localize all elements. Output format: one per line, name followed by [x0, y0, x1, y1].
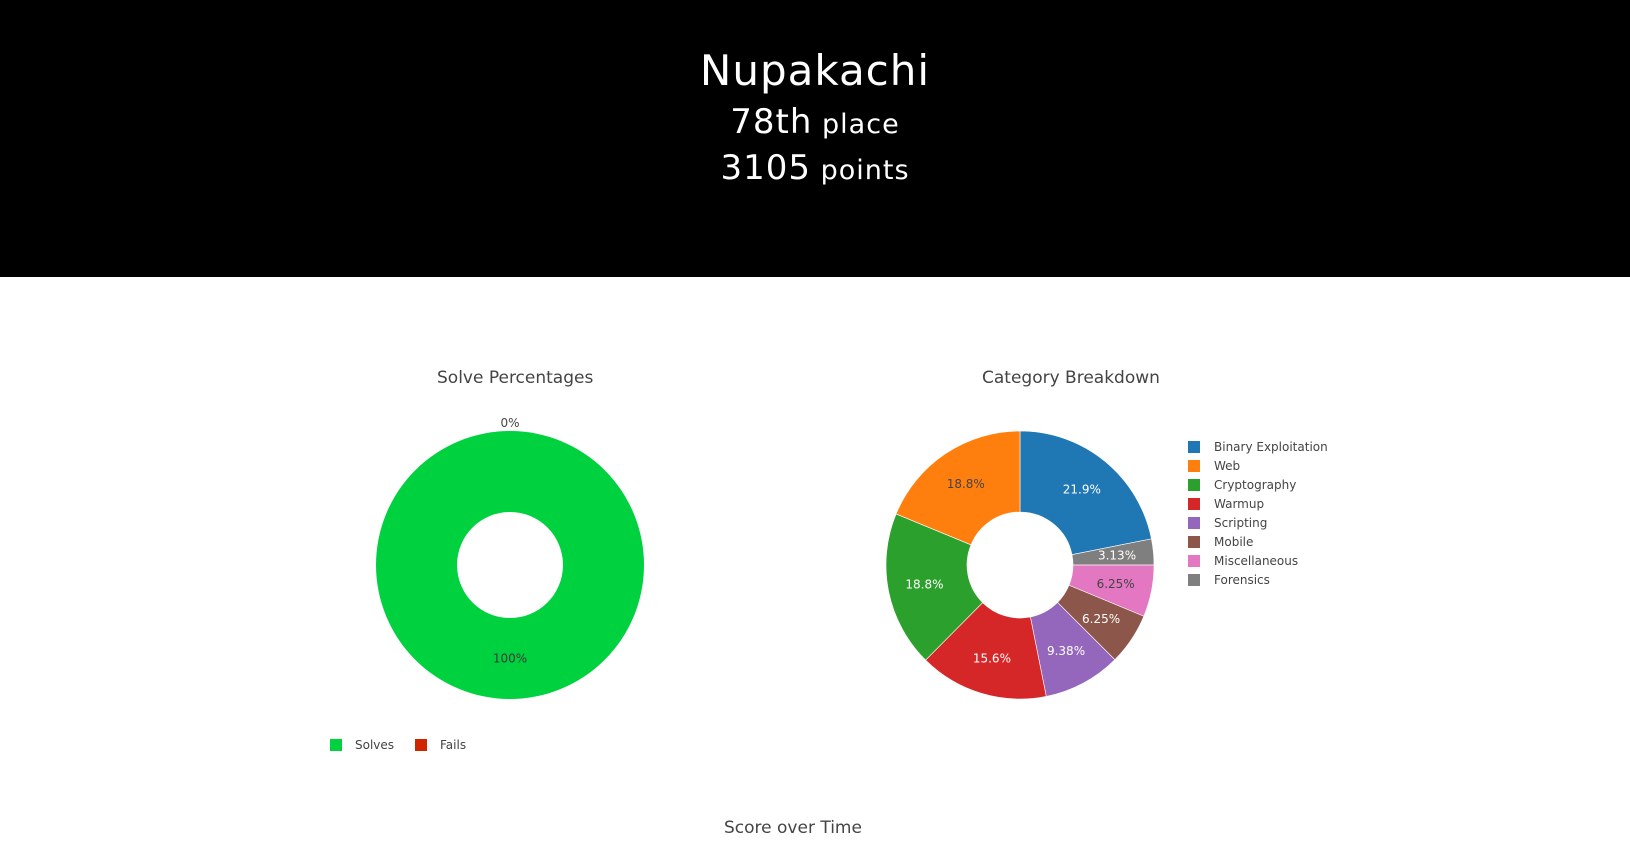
legend-swatch-solves[interactable] [330, 739, 342, 751]
slice-label-miscellaneous: 6.25% [1097, 577, 1135, 591]
legend-label-cryptography[interactable]: Cryptography [1214, 478, 1296, 492]
legend-swatch-miscellaneous[interactable] [1188, 555, 1200, 567]
slice-label-mobile: 6.25% [1082, 612, 1120, 626]
slice-label-forensics: 3.13% [1098, 548, 1136, 562]
slice-label-binary-exploitation: 21.9% [1063, 483, 1101, 497]
legend-swatch-binary-exploitation[interactable] [1188, 441, 1200, 453]
slice-label-fails: 0% [500, 416, 519, 430]
legend-swatch-fails[interactable] [415, 739, 427, 751]
legend-swatch-forensics[interactable] [1188, 574, 1200, 586]
legend-label-miscellaneous[interactable]: Miscellaneous [1214, 554, 1298, 568]
legend-label-scripting[interactable]: Scripting [1214, 516, 1267, 530]
legend-swatch-cryptography[interactable] [1188, 479, 1200, 491]
slice-label-solves: 100% [493, 652, 527, 666]
legend-label-web[interactable]: Web [1214, 459, 1240, 473]
legend-swatch-scripting[interactable] [1188, 517, 1200, 529]
slice-label-scripting: 9.38% [1047, 644, 1085, 658]
legend-label-mobile[interactable]: Mobile [1214, 535, 1253, 549]
slice-label-warmup: 15.6% [973, 651, 1011, 665]
legend-swatch-mobile[interactable] [1188, 536, 1200, 548]
charts-canvas: 100% 0% Solves Fails 21.9% 3.13% 6.25% 6.25% 9.3… [330, 416, 1328, 752]
slice-label-web: 18.8% [947, 477, 985, 491]
legend-label-fails[interactable]: Fails [440, 738, 466, 752]
legend-swatch-web[interactable] [1188, 460, 1200, 472]
legend-swatch-warmup[interactable] [1188, 498, 1200, 510]
legend-label-forensics[interactable]: Forensics [1214, 573, 1270, 587]
legend-label-solves[interactable]: Solves [355, 738, 394, 752]
legend-label-warmup[interactable]: Warmup [1214, 497, 1264, 511]
slice-label-cryptography: 18.8% [905, 577, 943, 591]
legend-label-binary-exploitation[interactable]: Binary Exploitation [1214, 440, 1328, 454]
